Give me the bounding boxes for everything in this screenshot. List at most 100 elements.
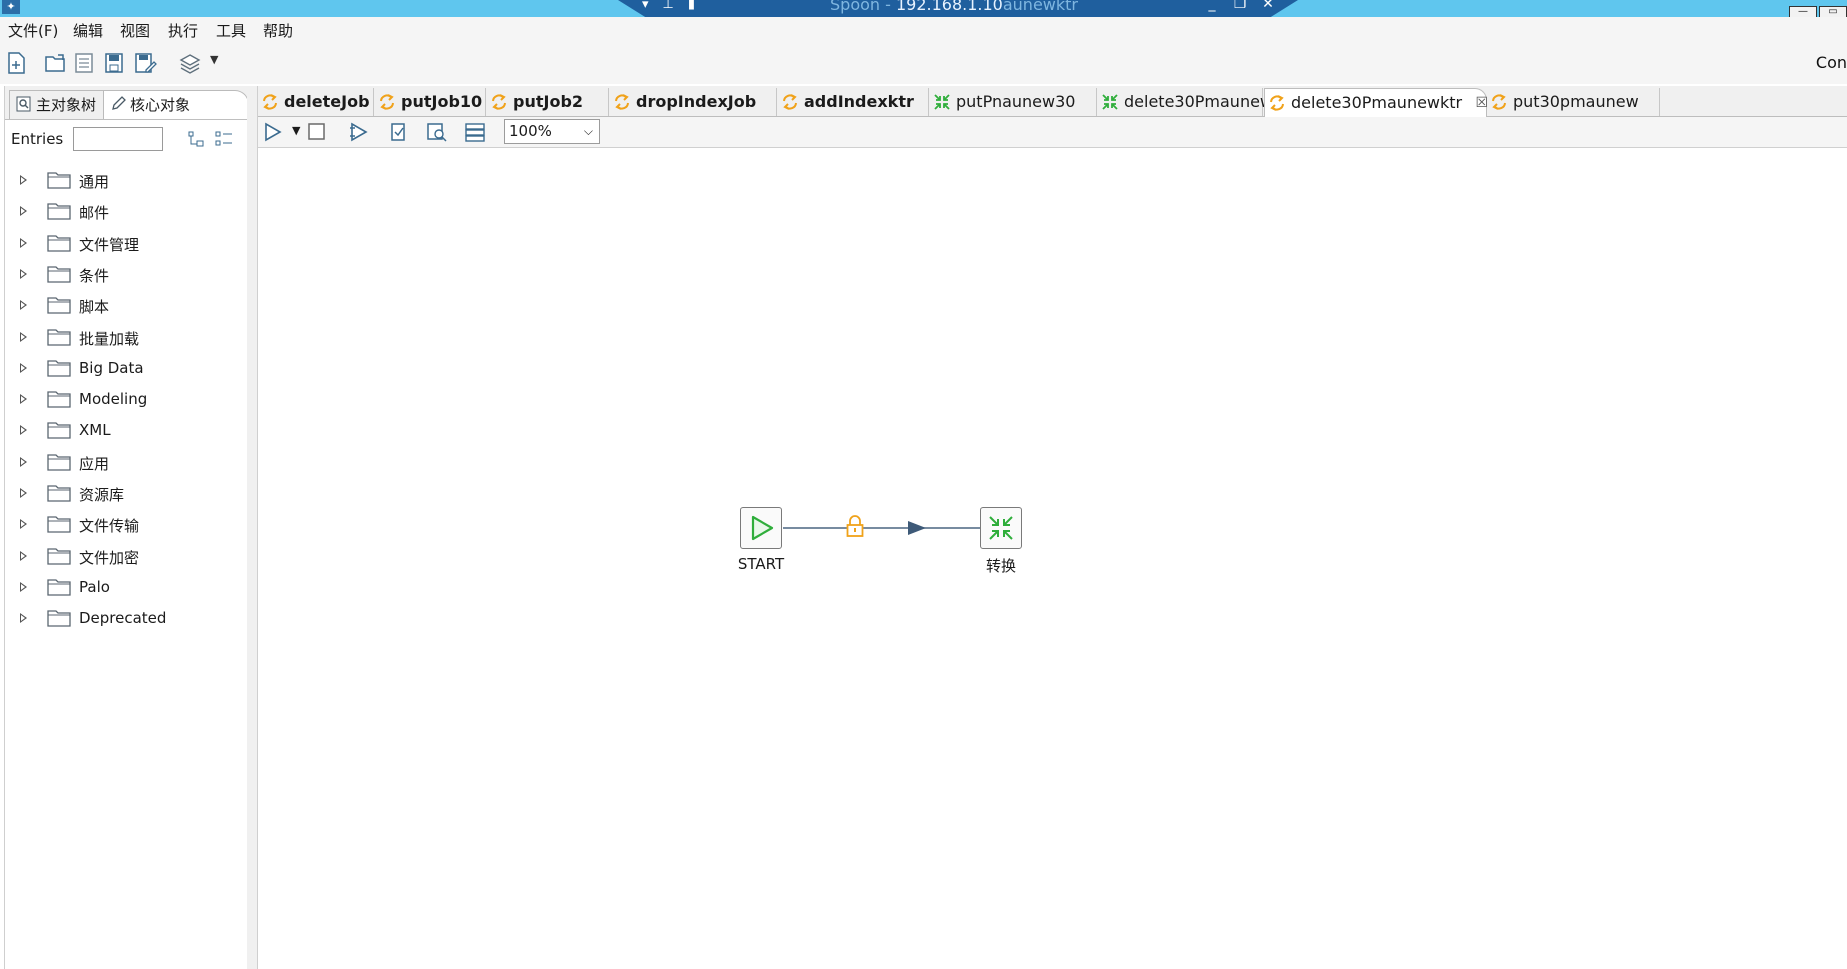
tree-item[interactable]: Palo	[5, 573, 248, 604]
window-title-suffix: aunewktr	[1002, 0, 1078, 14]
editor-tab-putjob2[interactable]: putJob2	[487, 88, 609, 116]
editor-tab-label: put30pmaunew	[1513, 92, 1639, 111]
tree-item[interactable]: 文件传输	[5, 510, 248, 541]
menu-bar: 文件(F) 编辑 视图 执行 工具 帮助	[0, 17, 1847, 43]
folder-icon	[47, 579, 71, 596]
editor-tab-put30pmaunew[interactable]: put30pmaunew	[1487, 88, 1660, 116]
restore-icon[interactable]: ❐	[1226, 0, 1254, 12]
expand-arrow-icon[interactable]	[20, 613, 27, 623]
tree-item[interactable]: XML	[5, 416, 248, 447]
tree-item[interactable]: 通用	[5, 166, 248, 197]
tree-item[interactable]: 资源库	[5, 479, 248, 510]
expand-arrow-icon[interactable]	[20, 488, 27, 498]
expand-arrow-icon[interactable]	[20, 332, 27, 342]
editor-tab-dropindexjob[interactable]: dropIndexJob	[610, 88, 777, 116]
menu-edit[interactable]: 编辑	[73, 20, 103, 41]
menu-view[interactable]: 视图	[120, 20, 150, 41]
tab-main-object-tree-label: 主对象树	[36, 96, 97, 114]
explore-repository-icon[interactable]	[74, 52, 94, 74]
panel-splitter[interactable]	[247, 86, 258, 969]
check-job-icon[interactable]	[388, 122, 410, 142]
impact-analysis-icon[interactable]	[426, 122, 448, 142]
window-title-prefix: Spoon -	[830, 0, 896, 14]
start-node[interactable]	[740, 507, 782, 549]
menu-help[interactable]: 帮助	[263, 20, 293, 41]
expand-arrow-icon[interactable]	[20, 300, 27, 310]
expand-arrow-icon[interactable]	[20, 582, 27, 592]
menu-tools[interactable]: 工具	[216, 20, 246, 41]
zoom-value: 100%	[509, 122, 552, 140]
signal-icon: ▮	[687, 0, 710, 12]
expand-arrow-icon[interactable]	[20, 394, 27, 404]
tab-core-objects-label: 核心对象	[130, 96, 191, 114]
tree-item[interactable]: Deprecated	[5, 604, 248, 635]
stop-icon[interactable]	[306, 122, 328, 142]
tree-item[interactable]: Modeling	[5, 385, 248, 416]
tree-item[interactable]: 邮件	[5, 197, 248, 228]
expand-arrow-icon[interactable]	[20, 425, 27, 435]
tree-item[interactable]: 文件加密	[5, 542, 248, 573]
menu-run[interactable]: 执行	[168, 20, 198, 41]
job-icon	[615, 94, 629, 110]
transformation-node[interactable]	[980, 507, 1022, 549]
editor-tab-addindexktr[interactable]: addIndexktr	[778, 88, 929, 116]
run-dropdown-icon[interactable]: ▼	[292, 124, 300, 137]
close-icon[interactable]: ✕	[1254, 0, 1282, 12]
expand-arrow-icon[interactable]	[20, 457, 27, 467]
menu-file[interactable]: 文件(F)	[8, 20, 58, 41]
save-as-icon[interactable]	[134, 52, 158, 74]
entries-filter-row: Entries	[5, 120, 248, 160]
expand-arrow-icon[interactable]	[20, 519, 27, 529]
tree-item[interactable]: 批量加载	[5, 323, 248, 354]
run-icon[interactable]	[262, 122, 284, 142]
minimize-icon[interactable]: _	[1198, 0, 1226, 12]
editor-tab-delete30pmaunew[interactable]: delete30Pmaunew	[1098, 88, 1273, 116]
tree-item[interactable]: 条件	[5, 260, 248, 291]
remote-window-controls: _ ❐ ✕	[1198, 0, 1282, 12]
expand-arrow-icon[interactable]	[20, 363, 27, 373]
editor-tab-label: dropIndexJob	[636, 92, 757, 111]
expand-arrow-icon[interactable]	[20, 551, 27, 561]
expand-all-icon[interactable]	[215, 130, 233, 148]
zoom-select[interactable]: 100% ⌵	[504, 119, 600, 144]
lock-icon[interactable]	[846, 515, 864, 537]
job-icon	[380, 94, 394, 110]
expand-arrow-icon[interactable]	[20, 238, 27, 248]
tree-item[interactable]: Big Data	[5, 354, 248, 385]
tab-core-objects[interactable]: 核心对象	[103, 90, 249, 119]
entries-label: Entries	[11, 130, 64, 148]
tree-item[interactable]: 脚本	[5, 291, 248, 322]
hop-layer	[783, 515, 980, 537]
connect-label[interactable]: Con	[1816, 53, 1847, 72]
app-icon[interactable]: ✦	[2, 0, 20, 14]
tree-item[interactable]: 应用	[5, 448, 248, 479]
window-title: Spoon - 192.168.1.10aunewktr	[830, 0, 1078, 14]
editor-tab-putjob10[interactable]: putJob10	[375, 88, 486, 116]
expand-arrow-icon[interactable]	[20, 206, 27, 216]
pencil-icon	[112, 96, 126, 110]
tree-item[interactable]: 文件管理	[5, 229, 248, 260]
layers-icon[interactable]	[178, 52, 202, 74]
chevron-down-icon: ⌵	[583, 124, 593, 138]
expand-arrow-icon[interactable]	[20, 175, 27, 185]
title-quick-controls: ▾⊥▮	[642, 0, 709, 12]
sql-icon[interactable]	[464, 122, 486, 142]
dropdown-icon[interactable]: ▾	[642, 0, 663, 12]
tree-item-label: XML	[79, 421, 111, 439]
folder-icon	[47, 516, 71, 533]
expand-arrow-icon[interactable]	[20, 269, 27, 279]
collapse-all-icon[interactable]	[187, 130, 205, 148]
transformation-icon	[1102, 94, 1118, 110]
pin-icon[interactable]: ⊥	[663, 0, 688, 12]
save-icon[interactable]	[104, 52, 124, 74]
open-folder-icon[interactable]	[44, 52, 68, 74]
job-canvas[interactable]: START 转换	[258, 148, 1847, 969]
tree-item-label: 文件传输	[79, 517, 140, 535]
editor-tab-deletejob[interactable]: deleteJob	[258, 88, 374, 116]
replay-icon[interactable]	[348, 122, 370, 142]
editor-tab-delete30pmaunewktr[interactable]: delete30Pmaunewktr ☒	[1264, 88, 1488, 117]
layers-dropdown-icon[interactable]: ▼	[210, 53, 218, 66]
entries-search-input[interactable]	[73, 127, 163, 151]
editor-tab-putpnaunew30[interactable]: putPnaunew30	[930, 88, 1097, 116]
new-file-icon[interactable]	[6, 52, 26, 74]
